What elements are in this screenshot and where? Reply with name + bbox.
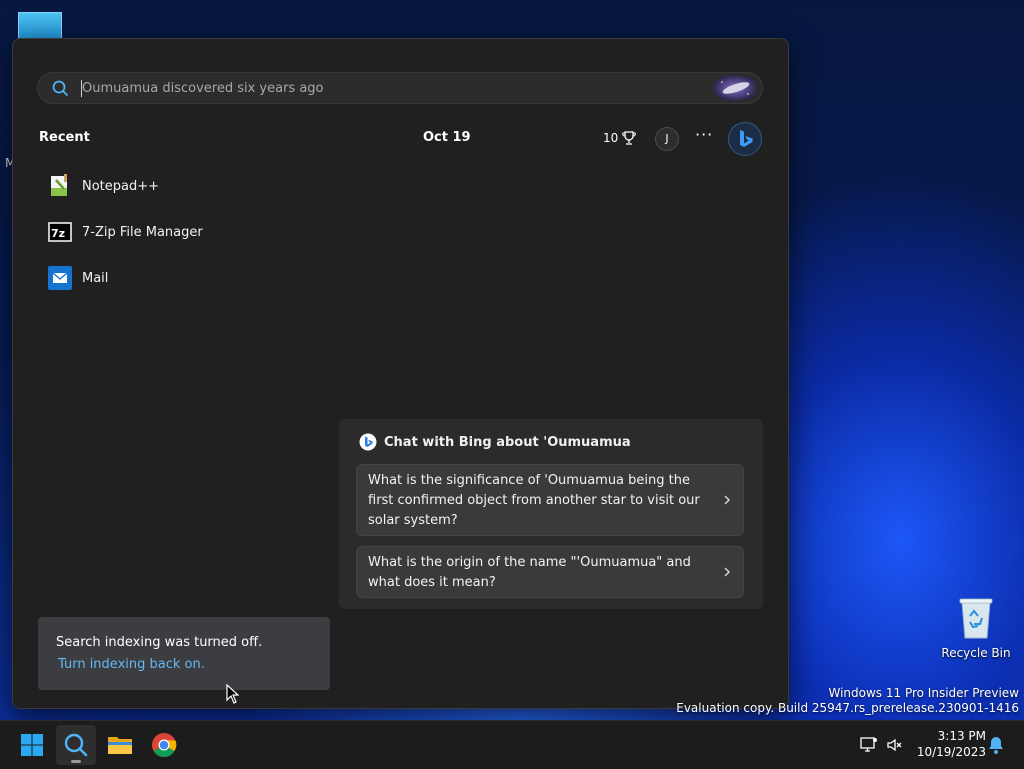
windows-logo-icon (21, 734, 43, 756)
folder-icon (108, 737, 132, 754)
account-avatar[interactable]: J (655, 127, 679, 151)
rewards-points[interactable]: 10 (603, 130, 637, 146)
notifications-button[interactable] (984, 725, 1008, 765)
clock-date: 10/19/2023 (916, 745, 986, 759)
network-tray-button[interactable] (858, 725, 880, 765)
mouse-cursor-icon (226, 684, 239, 704)
recycle-bin-shortcut[interactable]: Recycle Bin (940, 596, 1012, 660)
search-icon (52, 80, 68, 96)
more-options-button[interactable]: ··· (695, 125, 713, 144)
trophy-icon (622, 131, 637, 145)
notepad-plus-plus-icon (51, 174, 67, 196)
taskbar-search-button[interactable] (56, 725, 96, 765)
recycle-bin-label: Recycle Bin (941, 646, 1011, 660)
bing-chat-card: Chat with Bing about 'Oumuamua What is t… (339, 419, 763, 609)
network-icon (860, 737, 877, 752)
recent-heading: Recent (39, 130, 90, 145)
recent-item-label: Mail (82, 270, 109, 286)
bing-suggestion-1[interactable]: What is the significance of 'Oumuamua be… (356, 464, 744, 536)
oumuamua-illustration-icon (714, 76, 756, 100)
windows-watermark: Windows 11 Pro Insider Preview Evaluatio… (676, 686, 1019, 716)
bing-chat-title-text: Chat with Bing about 'Oumuamua (384, 434, 631, 450)
bing-small-icon (359, 433, 377, 451)
chrome-button[interactable] (144, 725, 184, 765)
search-panel: Recent Oct 19 10 J ··· Notepad (12, 38, 789, 709)
volume-muted-icon (887, 738, 902, 752)
search-box[interactable] (37, 72, 763, 104)
recent-item-mail[interactable]: Mail (39, 255, 339, 301)
clock-time: 3:13 PM (937, 729, 986, 743)
watermark-build: Evaluation copy. Build 25947.rs_prerelea… (676, 701, 1019, 715)
svg-text:7z: 7z (51, 227, 65, 240)
watermark-edition: Windows 11 Pro Insider Preview (828, 686, 1019, 700)
chevron-right-icon (724, 567, 730, 577)
bing-icon (740, 130, 753, 147)
recycle-bin-icon (959, 598, 993, 639)
search-input[interactable] (82, 76, 682, 100)
volume-tray-button[interactable] (884, 725, 906, 765)
search-header-row: Recent Oct 19 10 J ··· (39, 122, 763, 156)
chevron-right-icon (724, 495, 730, 505)
seven-zip-icon: 7z (48, 222, 72, 242)
bing-suggestion-text: What is the origin of the name "'Oumuamu… (368, 555, 691, 590)
recent-item-label: 7-Zip File Manager (82, 224, 203, 240)
indexing-message: Search indexing was turned off. (56, 635, 263, 650)
start-button[interactable] (12, 725, 52, 765)
file-explorer-button[interactable] (100, 725, 140, 765)
recent-list: Notepad++ 7z 7-Zip File Manager Mail (39, 163, 339, 301)
today-date: Oct 19 (423, 130, 471, 145)
bing-suggestion-text: What is the significance of 'Oumuamua be… (368, 473, 700, 528)
taskbar-clock[interactable]: 3:13 PM 10/19/2023 (914, 728, 986, 760)
mail-icon (48, 266, 72, 290)
recent-item-7-zip[interactable]: 7z 7-Zip File Manager (39, 209, 339, 255)
bell-icon (989, 737, 1003, 754)
indexing-notice: Search indexing was turned off. Turn ind… (38, 617, 330, 690)
search-icon (64, 733, 88, 757)
bing-suggestion-2[interactable]: What is the origin of the name "'Oumuamu… (356, 546, 744, 598)
taskbar: 3:13 PM 10/19/2023 (0, 720, 1024, 769)
chrome-icon (152, 733, 177, 757)
recent-item-notepad-plus-plus[interactable]: Notepad++ (39, 163, 339, 209)
bing-chat-button[interactable] (728, 122, 762, 156)
bing-chat-title: Chat with Bing about 'Oumuamua (359, 433, 631, 451)
turn-indexing-on-link[interactable]: Turn indexing back on. (58, 657, 205, 672)
rewards-points-value: 10 (603, 131, 619, 145)
recent-item-label: Notepad++ (82, 178, 160, 194)
